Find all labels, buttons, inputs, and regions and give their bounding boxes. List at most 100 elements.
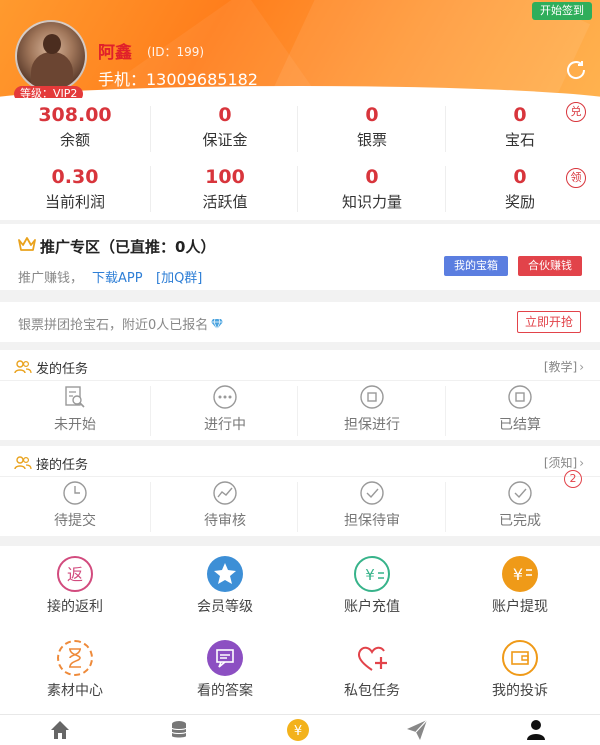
stat-label: 宝石 [504,131,535,149]
yen-coin-icon[interactable]: ¥ [286,718,310,742]
banner-text-wrap: 银票拼团抢宝石，附近0人已报名 [18,314,224,333]
stat-value: 0.30 [51,166,99,188]
user-id: (ID：199) [147,45,205,59]
grid-label: 私包任务 [344,683,400,699]
user-icon[interactable] [524,718,548,742]
stat-label: 奖励 [504,193,535,211]
check-icon [508,481,532,505]
grid-item-vip[interactable]: 会员等级 [150,546,300,626]
svg-text:¥: ¥ [513,565,523,584]
trend-icon [213,481,237,505]
divider [297,482,298,532]
task-label: 未开始 [54,417,96,433]
signin-button[interactable]: 开始签到 [532,2,592,20]
tutorial-link-label: [教学] [543,360,578,374]
home-icon[interactable] [48,718,72,742]
task-pending-review[interactable]: 待审核 [150,480,300,536]
divider [297,386,298,436]
grid-label: 接的返利 [47,599,103,615]
divider [150,106,151,152]
task-label: 担保待审 [344,513,400,529]
group-buy-banner: 银票拼团抢宝石，附近0人已报名 立即开抢 [0,302,600,342]
notification-badge[interactable]: 2 [564,470,582,488]
grid-label: 素材中心 [47,683,103,699]
stats-panel: 308.00 余额 0 保证金 0 银票 0 宝石 0.30 当前利润 100 … [0,98,600,220]
clock-icon [63,481,87,505]
feature-grid: 返 接的返利 会员等级 ¥ 账户充值 ¥ 账户提现 素材中心 看的答案 私包任务… [0,546,600,714]
user-phone: 手机：13009685182 [98,70,258,89]
promo-title: 推广专区（已直推：0人） [40,238,216,256]
task-settled[interactable]: 已结算 [445,384,595,440]
published-tasks-section: 发的任务 [教学] › 未开始 进行中 担保进行 已结算 [0,350,600,440]
promo-text: 推广赚钱， [18,271,84,286]
divider [150,166,151,212]
partner-earn-button[interactable]: 合伙赚钱 [518,256,582,276]
square-circle-icon [508,385,532,409]
grid-item-recharge[interactable]: ¥ 账户充值 [297,546,447,626]
users-icon [14,456,32,470]
stat-label: 余额 [59,131,90,149]
avatar-head [43,34,61,54]
task-label: 担保进行 [344,417,400,433]
stat-profit[interactable]: 0.30 当前利润 [0,160,150,220]
divider [445,166,446,212]
grid-item-complaint[interactable]: 我的投诉 [445,630,595,710]
avatar[interactable] [15,20,87,92]
check-icon [360,481,384,505]
coins-icon[interactable] [167,718,191,742]
task-label: 已结算 [499,417,541,433]
grid-item-withdraw[interactable]: ¥ 账户提现 [445,546,595,626]
grab-now-button[interactable]: 立即开抢 [517,311,581,333]
vip-icon [207,556,243,592]
tutorial-link[interactable]: [教学] › [544,358,584,375]
divider [445,106,446,152]
claim-badge[interactable]: 领 [566,168,586,188]
grid-label: 我的投诉 [492,683,548,699]
stat-label: 活跃值 [202,193,248,211]
stat-deposit[interactable]: 0 保证金 [150,98,300,158]
my-chest-button[interactable]: 我的宝箱 [444,256,508,276]
divider [0,380,600,381]
grid-label: 会员等级 [197,599,253,615]
profile-header: 开始签到 阿鑫 (ID：199) 手机：13009685182 [0,0,600,98]
refresh-icon[interactable] [564,58,588,82]
stat-value: 100 [205,166,245,188]
stat-value: 0 [365,104,379,126]
grid-item-materials[interactable]: 素材中心 [0,630,150,710]
join-qq-group-link[interactable]: [加Q群] [156,267,202,286]
grid-item-answers[interactable]: 看的答案 [150,630,300,710]
task-guaranteed-in-progress[interactable]: 担保进行 [297,384,447,440]
task-not-started[interactable]: 未开始 [0,384,150,440]
task-label: 待提交 [54,513,96,529]
promo-section: 推广专区（已直推：0人） 推广赚钱， 下载APP [加Q群] [0,224,600,290]
divider [0,476,600,477]
notice-link[interactable]: [须知] › [544,454,584,471]
stat-value: 0 [218,104,232,126]
download-app-link[interactable]: 下载APP [92,267,143,286]
send-icon[interactable] [405,718,429,742]
stat-silver-ticket[interactable]: 0 银票 [297,98,447,158]
task-label: 已完成 [499,513,541,529]
divider [445,386,446,436]
task-in-progress[interactable]: 进行中 [150,384,300,440]
search-doc-icon [65,386,85,408]
stat-value: 0 [365,166,379,188]
stat-knowledge[interactable]: 0 知识力量 [297,160,447,220]
grid-item-rebate[interactable]: 返 接的返利 [0,546,150,626]
task-label: 进行中 [204,417,246,433]
stat-activity[interactable]: 100 活跃值 [150,160,300,220]
task-completed[interactable]: 已完成 [445,480,595,536]
task-pending-submit[interactable]: 待提交 [0,480,150,536]
user-name: 阿鑫 [98,43,132,63]
divider [445,482,446,532]
exchange-badge[interactable]: 兑 [566,102,586,122]
stat-balance[interactable]: 308.00 余额 [0,98,150,158]
accepted-tasks-section: 接的任务 [须知] › 待提交 待审核 担保待审 已完成 [0,446,600,536]
svg-text:¥: ¥ [365,566,375,584]
task-label: 待审核 [204,513,246,529]
rebate-icon: 返 [57,556,93,592]
task-guaranteed-pending[interactable]: 担保待审 [297,480,447,536]
heart-plus-icon [354,640,390,676]
hourglass-icon [57,640,93,676]
grid-item-private-task[interactable]: 私包任务 [297,630,447,710]
